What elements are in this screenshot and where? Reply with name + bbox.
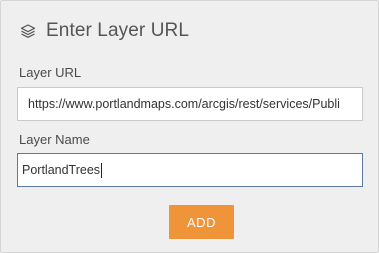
layer-url-value: https://www.portlandmaps.com/arcgis/rest… bbox=[28, 97, 340, 111]
panel-header: Enter Layer URL bbox=[19, 17, 189, 45]
add-layer-panel: Enter Layer URL Layer URL https://www.po… bbox=[0, 0, 379, 253]
layer-name-value: PortlandTrees bbox=[22, 163, 101, 177]
layer-url-label: Layer URL bbox=[19, 65, 82, 80]
layer-name-label: Layer Name bbox=[19, 132, 90, 147]
layer-name-input[interactable]: PortlandTrees bbox=[17, 153, 363, 187]
add-button[interactable]: ADD bbox=[169, 205, 234, 239]
layer-url-input[interactable]: https://www.portlandmaps.com/arcgis/rest… bbox=[17, 87, 363, 121]
panel-title: Enter Layer URL bbox=[46, 20, 190, 41]
layers-icon bbox=[19, 22, 37, 40]
text-caret bbox=[101, 162, 103, 178]
